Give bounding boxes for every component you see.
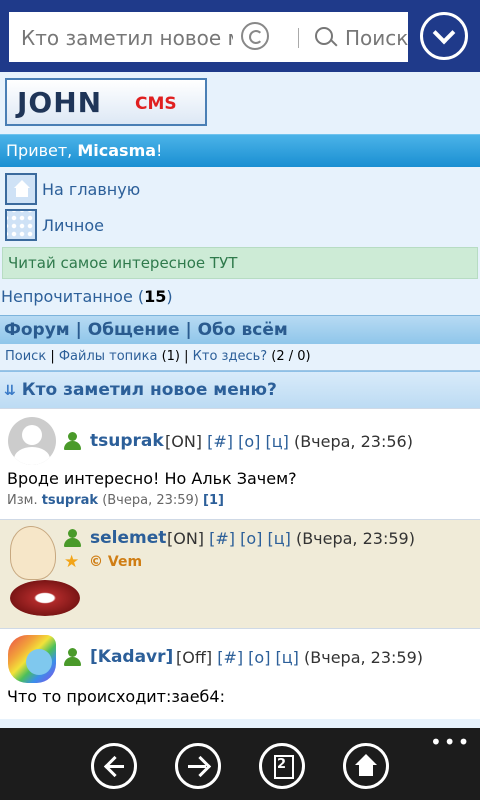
post-username[interactable]: tsuprak <box>90 431 164 451</box>
topic-title: Кто заметил новое меню? <box>21 380 277 400</box>
tabs-count: 2 <box>277 757 287 772</box>
post: selemet [ON] [#] [о] [ц] (Вчера, 23:59) … <box>0 519 480 628</box>
post-username[interactable]: selemet <box>90 528 166 548</box>
home-icon[interactable] <box>343 743 389 789</box>
subnav-separator: | <box>46 349 59 364</box>
post-actions[interactable]: [#] [о] [ц] <box>209 529 291 548</box>
unread-close: ) <box>166 287 173 306</box>
avatar[interactable] <box>10 526 56 580</box>
address-field[interactable]: Кто заметил новое ме Поиск <box>9 12 408 62</box>
unread-open: ( <box>132 287 145 306</box>
menu-item-home[interactable]: На главную <box>5 171 480 207</box>
star-icon: ★ <box>64 552 80 572</box>
edit-time: (Вчера, 23:59) <box>98 493 204 508</box>
browser-app-bar: 2 ••• <box>0 728 480 800</box>
edit-count: [1] <box>203 493 224 508</box>
search-icon[interactable] <box>315 27 333 45</box>
header: JOHN CMS <box>0 72 480 134</box>
topic-files-count: (1) | <box>157 349 193 364</box>
post: [Kadavr] [Off] [#] [о] [ц] (Вчера, 23:59… <box>0 628 480 719</box>
logo-main-text: JOHN <box>17 86 103 119</box>
notice-banner[interactable]: Читай самое интересное ТУТ <box>2 247 478 279</box>
logo-sub-text: CMS <box>135 94 177 114</box>
edit-user[interactable]: tsuprak <box>42 493 98 508</box>
address-separator <box>298 28 299 48</box>
topic-subnav: Поиск | Файлы топика (1) | Кто здесь? (2… <box>0 344 480 371</box>
post-text: Что то происходит:заеб4: <box>7 687 225 706</box>
search-label[interactable]: Поиск <box>345 26 408 50</box>
double-arrow-icon: ⇊ <box>4 383 16 399</box>
user-icon <box>62 431 82 451</box>
post-username[interactable]: [Kadavr] <box>90 647 173 667</box>
greeting-user: Micasma <box>77 141 157 160</box>
post-time: (Вчера, 23:56) <box>293 432 413 451</box>
back-arrow-icon[interactable] <box>91 743 137 789</box>
post-actions[interactable]: [#] [о] [ц] <box>207 432 289 451</box>
site-logo[interactable]: JOHN CMS <box>5 78 207 126</box>
more-icon[interactable]: ••• <box>430 730 471 754</box>
unread-label[interactable]: Непрочитанное <box>1 287 133 306</box>
post-time: (Вчера, 23:59) <box>295 529 415 548</box>
post: tsuprak [ON] [#] [о] [ц] (Вчера, 23:56) … <box>0 408 480 519</box>
user-icon <box>62 647 82 667</box>
post-time: (Вчера, 23:59) <box>304 648 424 667</box>
user-badge: © Vem <box>89 554 143 570</box>
menu-label-personal[interactable]: Личное <box>42 216 104 235</box>
avatar[interactable] <box>8 635 56 683</box>
browser-address-bar: Кто заметил новое ме Поиск <box>0 0 480 72</box>
greeting-bar: Привет, Micasma! <box>0 134 480 167</box>
chevron-down-icon[interactable] <box>420 12 468 60</box>
forward-arrow-icon[interactable] <box>175 743 221 789</box>
post-text: Вроде интересно! Но Альк Зачем? <box>7 469 297 488</box>
post-edit-info: Изм. tsuprak (Вчера, 23:59) [1] <box>7 493 224 508</box>
greeting-prefix: Привет, <box>6 141 78 160</box>
unread-link[interactable]: Непрочитанное (15) <box>0 279 480 315</box>
menu-label-home[interactable]: На главную <box>42 180 140 199</box>
edit-prefix: Изм. <box>7 493 42 508</box>
address-text[interactable]: Кто заметил новое ме <box>21 26 233 50</box>
greeting-suffix: ! <box>156 141 163 160</box>
post-actions[interactable]: [#] [о] [ц] <box>217 648 299 667</box>
avatar[interactable] <box>8 417 56 465</box>
who-here-count: (2 / 0) <box>267 349 311 364</box>
signature-image <box>10 580 80 616</box>
main-menu: На главную Личное <box>0 167 480 245</box>
post-status: [ON] <box>165 432 203 451</box>
post-status: [ON] <box>167 529 205 548</box>
who-here-link[interactable]: Кто здесь? <box>193 349 268 364</box>
grid-icon <box>5 209 37 241</box>
post-status: [Off] <box>176 648 213 667</box>
home-icon <box>5 173 37 205</box>
search-link[interactable]: Поиск <box>5 349 46 364</box>
topic-title-bar: ⇊ Кто заметил новое меню? <box>0 371 480 408</box>
breadcrumb[interactable]: Форум | Общение | Обо всём <box>0 315 480 344</box>
user-icon <box>62 528 82 548</box>
web-page: JOHN CMS Привет, Micasma! На главную Лич… <box>0 72 480 728</box>
tabs-button[interactable]: 2 <box>259 743 305 789</box>
refresh-icon[interactable] <box>241 22 269 50</box>
unread-count: 15 <box>144 287 167 306</box>
menu-item-personal[interactable]: Личное <box>5 207 480 243</box>
topic-files-link[interactable]: Файлы топика <box>59 349 158 364</box>
